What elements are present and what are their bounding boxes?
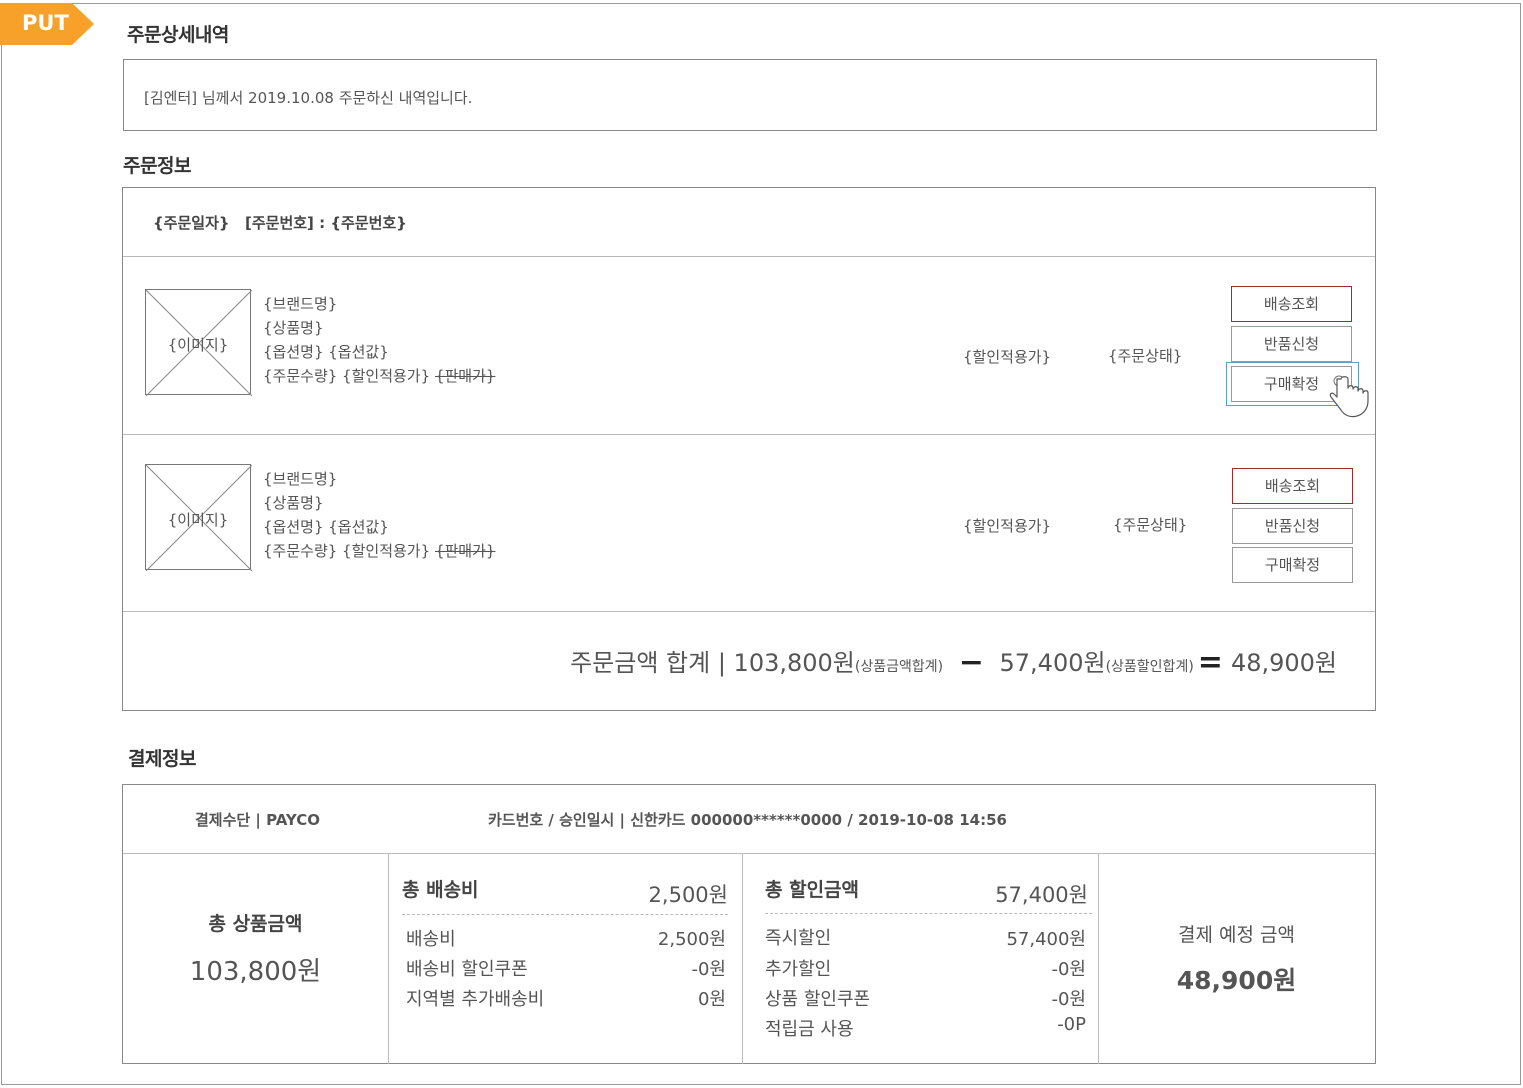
- shipping-line-name: 지역별 추가배송비: [406, 989, 545, 1010]
- discount-column: 총 할인금액 57,400원 즉시할인 57,400원 추가할인 -0원 상품 …: [742, 853, 1099, 1064]
- discount-line-value: -0P: [1057, 1014, 1086, 1035]
- list-price: {판매가}: [434, 542, 496, 560]
- product-image-placeholder: {이미지}: [167, 511, 229, 529]
- discount-label: 총 할인금액: [765, 879, 860, 901]
- final-amount-value: 48,900원: [1176, 966, 1297, 995]
- minus-operator: −: [958, 645, 984, 680]
- order-info-title: 주문정보: [123, 155, 191, 177]
- final-amount-column: 결제 예정 금액 48,900원: [1098, 853, 1375, 1064]
- brand-name: {브랜드명}: [263, 470, 338, 488]
- shipping-line-value: 2,500원: [657, 929, 726, 950]
- summary-label-note: (상품금액합계): [854, 659, 944, 675]
- hand-pointer-icon: [1329, 375, 1369, 418]
- order-summary: 주문금액 합계 | 103,800원(상품금액합계) − 57,400원(상품할…: [123, 611, 1375, 711]
- card-approval-info: 카드번호 / 승인일시 | 신한카드 000000******0000 / 20…: [488, 811, 1007, 829]
- summary-discount-note: (상품할인합계): [1105, 659, 1194, 675]
- brand-name: {브랜드명}: [263, 295, 338, 313]
- discount-line-value: 57,400원: [1006, 929, 1086, 950]
- discount-price: {할인적용가}: [963, 517, 1052, 535]
- discount-line-name: 즉시할인: [765, 928, 832, 949]
- total-product-label: 총 상품금액: [208, 913, 303, 935]
- total-product-column: 총 상품금액 103,800원: [123, 853, 389, 1064]
- discount-line-name: 적립금 사용: [765, 1019, 854, 1040]
- order-item-row: {이미지} {브랜드명} {상품명} {옵션명} {옵션값} {주문수량} {할…: [123, 256, 1375, 435]
- payment-info-title: 결제정보: [128, 748, 196, 770]
- shipping-line-name: 배송비: [406, 929, 456, 950]
- total-product-amount: 103,800원: [189, 957, 322, 987]
- payment-method: 결제수단 | PAYCO: [195, 811, 321, 829]
- payment-info-panel: 결제수단 | PAYCO 카드번호 / 승인일시 | 신한카드 000000**…: [122, 784, 1376, 1064]
- confirm-purchase-button[interactable]: 구매확정: [1232, 547, 1353, 583]
- order-date: {주문일자}: [153, 214, 230, 232]
- shipping-column: 총 배송비 2,500원 배송비 2,500원 배송비 할인쿠폰 -0원 지역별…: [388, 853, 743, 1064]
- product-image-placeholder: {이미지}: [167, 336, 229, 354]
- product-image: {이미지}: [145, 464, 252, 571]
- discount-line-value: -0원: [1051, 989, 1086, 1010]
- order-item-row: {이미지} {브랜드명} {상품명} {옵션명} {옵션값} {주문수량} {할…: [123, 434, 1375, 612]
- payment-header: 결제수단 | PAYCO 카드번호 / 승인일시 | 신한카드 000000**…: [123, 785, 1375, 854]
- product-name: {상품명}: [263, 494, 324, 512]
- qty-price: {주문수량} {할인적용가}: [263, 542, 431, 560]
- shipping-label: 총 배송비: [402, 879, 479, 901]
- track-delivery-button[interactable]: 배송조회: [1232, 468, 1353, 504]
- discount-amount: 57,400원: [995, 883, 1088, 907]
- divider: [402, 914, 728, 915]
- product-option: {옵션명} {옵션값}: [263, 518, 389, 536]
- list-price: {판매가}: [434, 367, 496, 385]
- divider: [765, 913, 1092, 914]
- order-summary-line: 주문금액 합계 | 103,800원(상품금액합계) − 57,400원(상품할…: [570, 643, 1337, 680]
- product-info: {브랜드명} {상품명} {옵션명} {옵션값} {주문수량} {할인적용가} …: [263, 467, 495, 563]
- discount-line-name: 상품 할인쿠폰: [765, 989, 871, 1010]
- discount-price: {할인적용가}: [963, 348, 1052, 366]
- shipping-amount: 2,500원: [648, 883, 728, 907]
- summary-discount: 57,400원: [999, 649, 1106, 677]
- order-status: {주문상태}: [1113, 516, 1188, 534]
- order-notice: [김엔터] 님께서 2019.10.08 주문하신 내역입니다.: [123, 59, 1377, 131]
- summary-total: 48,900원: [1230, 649, 1337, 677]
- product-info: {브랜드명} {상품명} {옵션명} {옵션값} {주문수량} {할인적용가} …: [263, 292, 495, 388]
- product-image: {이미지}: [145, 289, 252, 396]
- qty-price: {주문수량} {할인적용가}: [263, 367, 431, 385]
- order-header: {주문일자} [주문번호] : {주문번호}: [123, 188, 1375, 257]
- product-name: {상품명}: [263, 319, 324, 337]
- page-title: 주문상세내역: [127, 24, 229, 46]
- product-option: {옵션명} {옵션값}: [263, 343, 389, 361]
- shipping-line-name: 배송비 할인쿠폰: [406, 959, 528, 980]
- shipping-line-value: -0원: [691, 959, 726, 980]
- equals-operator: =: [1197, 645, 1223, 680]
- order-info-panel: {주문일자} [주문번호] : {주문번호} {이미지} {브랜드명} {상품명…: [122, 187, 1376, 711]
- final-amount-label: 결제 예정 금액: [1178, 924, 1295, 946]
- discount-line-name: 추가할인: [765, 959, 832, 980]
- return-request-button[interactable]: 반품신청: [1231, 326, 1352, 362]
- shipping-line-value: 0원: [697, 989, 726, 1010]
- summary-label: 주문금액 합계 | 103,800원: [570, 649, 855, 677]
- put-badge: PUT: [0, 3, 94, 45]
- put-badge-label: PUT: [22, 11, 69, 35]
- track-delivery-button[interactable]: 배송조회: [1231, 286, 1352, 322]
- order-status: {주문상태}: [1108, 347, 1183, 365]
- return-request-button[interactable]: 반품신청: [1232, 508, 1353, 544]
- order-number: [주문번호] : {주문번호}: [245, 214, 407, 232]
- discount-line-value: -0원: [1051, 959, 1086, 980]
- order-notice-text: [김엔터] 님께서 2019.10.08 주문하신 내역입니다.: [144, 89, 473, 107]
